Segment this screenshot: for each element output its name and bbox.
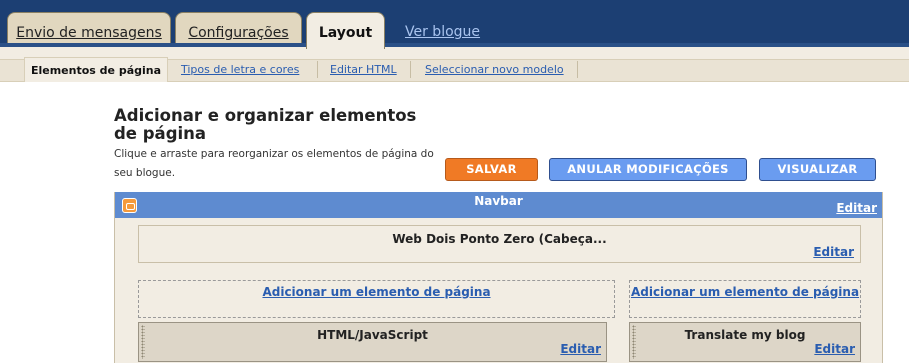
widget-edit-link[interactable]: Editar bbox=[814, 342, 855, 356]
widget-edit-link[interactable]: Editar bbox=[560, 342, 601, 356]
add-page-element-main-link[interactable]: Adicionar um elemento de página bbox=[139, 285, 614, 299]
subnav-select-template[interactable]: Seleccionar novo modelo bbox=[425, 59, 564, 81]
add-element-main-box: Adicionar um elemento de página bbox=[138, 280, 615, 318]
view-blog-link[interactable]: Ver blogue bbox=[405, 12, 480, 47]
header-title: Web Dois Ponto Zero (Cabeça... bbox=[392, 232, 607, 246]
save-button[interactable]: SALVAR bbox=[445, 158, 538, 181]
blogger-layout-page: Envio de mensagens Configurações Layout … bbox=[0, 0, 909, 363]
widget-html-javascript[interactable]: HTML/JavaScript Editar bbox=[138, 322, 607, 362]
preview-button[interactable]: VISUALIZAR bbox=[759, 158, 876, 181]
widget-title: Translate my blog bbox=[684, 328, 806, 342]
tab-label: Configurações bbox=[188, 25, 289, 41]
navbar-element: Navbar Editar bbox=[115, 192, 882, 218]
subnav-fonts-and-colors[interactable]: Tipos de letra e cores bbox=[181, 59, 299, 81]
subnav-edit-html[interactable]: Editar HTML bbox=[330, 59, 397, 81]
tab-configuracoes[interactable]: Configurações bbox=[175, 12, 302, 47]
cancel-changes-button[interactable]: ANULAR MODIFICAÇÕES bbox=[549, 158, 747, 181]
subnav-separator bbox=[317, 61, 318, 78]
page-title: Adicionar e organizar elementos de págin… bbox=[114, 106, 417, 143]
subnav-page-elements[interactable]: Elementos de página bbox=[24, 57, 168, 82]
tab-label: Envio de mensagens bbox=[16, 25, 162, 41]
top-tab-bar: Envio de mensagens Configurações Layout … bbox=[0, 0, 909, 49]
layout-editor: Navbar Editar Web Dois Ponto Zero (Cabeç… bbox=[114, 192, 883, 363]
navbar-title: Navbar bbox=[474, 194, 523, 208]
subnav-separator bbox=[410, 61, 411, 78]
subnav: Elementos de página Tipos de letra e cor… bbox=[0, 47, 909, 82]
add-element-sidebar-box: Adicionar um elemento de página bbox=[629, 280, 861, 318]
widget-translate[interactable]: Translate my blog Editar bbox=[629, 322, 861, 362]
header-element[interactable]: Web Dois Ponto Zero (Cabeça... Editar bbox=[138, 225, 861, 263]
widget-title: HTML/JavaScript bbox=[317, 328, 428, 342]
header-edit-link[interactable]: Editar bbox=[813, 245, 854, 259]
subnav-separator bbox=[577, 61, 578, 78]
tab-label: Layout bbox=[318, 25, 373, 41]
page-description: Clique e arraste para reorganizar os ele… bbox=[114, 148, 434, 179]
navbar-edit-link[interactable]: Editar bbox=[836, 201, 877, 215]
tab-envio-de-mensagens[interactable]: Envio de mensagens bbox=[7, 12, 171, 47]
tab-layout[interactable]: Layout bbox=[306, 12, 385, 49]
add-page-element-sidebar-link[interactable]: Adicionar um elemento de página bbox=[630, 285, 860, 299]
